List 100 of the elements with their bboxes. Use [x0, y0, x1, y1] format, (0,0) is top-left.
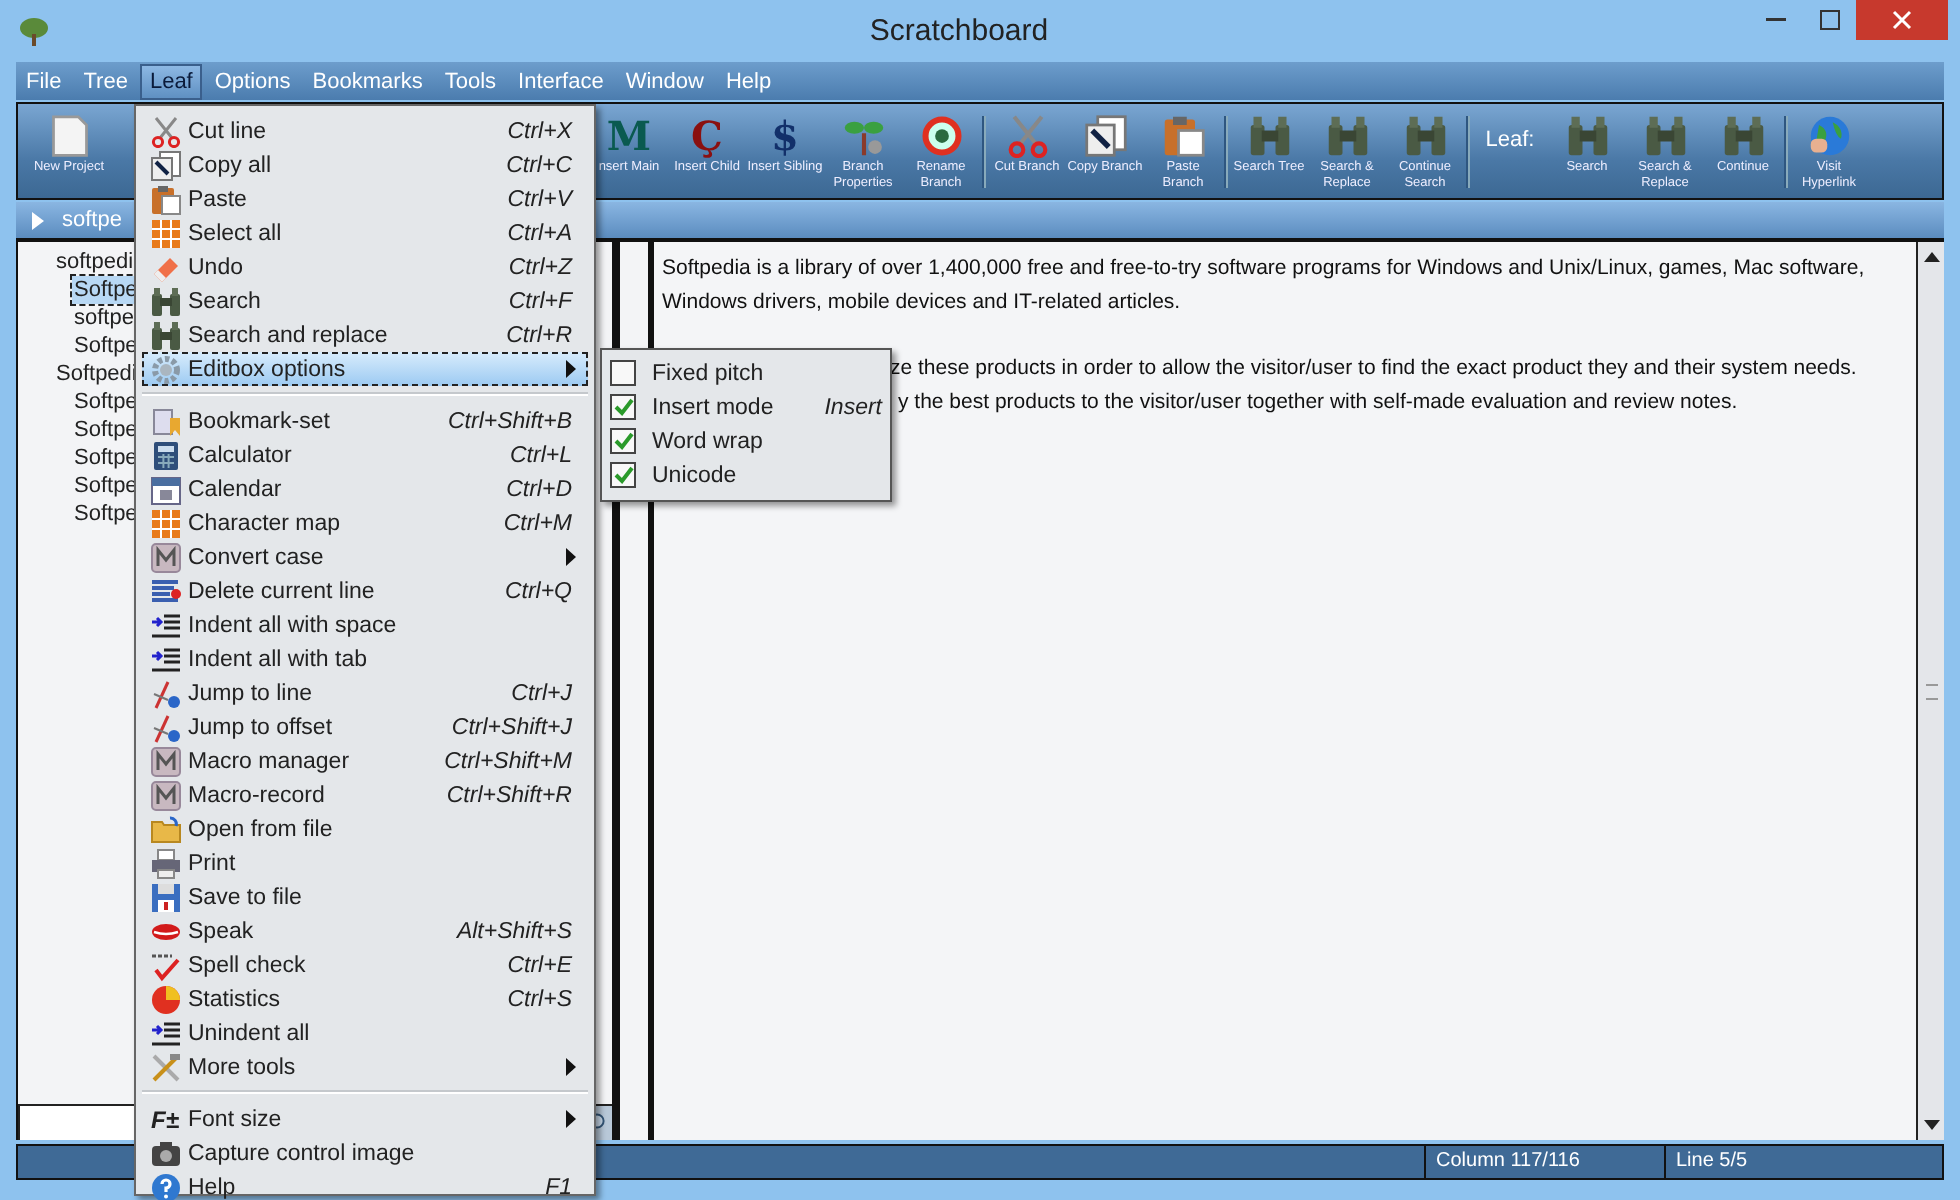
- toolbar-label: Leaf:: [1483, 128, 1537, 152]
- text-line: Windows drivers, mobile devices and IT-related articles.: [662, 288, 1181, 318]
- menu-item[interactable]: Statistics Ctrl+S: [142, 982, 588, 1016]
- pencil-icon: [149, 711, 181, 743]
- menu-item[interactable]: More tools: [142, 1050, 588, 1084]
- menu-item[interactable]: Cut line Ctrl+X: [142, 114, 588, 148]
- tree-node[interactable]: softpedi: [54, 248, 136, 276]
- lines-icon: [149, 575, 181, 607]
- binoculars-icon: [1403, 113, 1447, 157]
- indent-icon: [149, 609, 181, 641]
- menu-item[interactable]: Paste Ctrl+V: [142, 182, 588, 216]
- menu-item[interactable]: Print: [142, 846, 588, 880]
- checkbox[interactable]: [610, 462, 636, 488]
- menu-item[interactable]: Help: [715, 63, 782, 99]
- binoculars-icon: [1565, 113, 1609, 157]
- menu-item[interactable]: Bookmarks: [302, 63, 433, 99]
- menu-item[interactable]: Calculator Ctrl+L: [142, 438, 588, 472]
- scrollbar[interactable]: [1916, 242, 1944, 1140]
- scissors-icon: [1005, 113, 1049, 157]
- text-line: ze these products in order to allow the visitor/user to find the exact product they and their system needs.: [890, 354, 1857, 384]
- tree-node[interactable]: softpe: [72, 304, 136, 332]
- menu-item[interactable]: Copy all Ctrl+C: [142, 148, 588, 182]
- menu-item[interactable]: Bookmark-set Ctrl+Shift+B: [142, 404, 588, 438]
- pencil-icon: [149, 677, 181, 709]
- scroll-up-icon: [1923, 252, 1939, 262]
- indent-icon: [149, 643, 181, 675]
- menu-item[interactable]: Editbox options: [142, 352, 588, 386]
- menu-item[interactable]: Jump to offset Ctrl+Shift+J: [142, 710, 588, 744]
- menu-item[interactable]: Word wrap: [610, 424, 882, 458]
- menu-item[interactable]: Tools: [434, 63, 507, 99]
- menu-item[interactable]: Jump to line Ctrl+J: [142, 676, 588, 710]
- tree-icon: [18, 15, 50, 47]
- menu-item[interactable]: Undo Ctrl+Z: [142, 250, 588, 284]
- menu-item[interactable]: Leaf: [139, 63, 203, 99]
- menu-item[interactable]: Save to file: [142, 880, 588, 914]
- tree-node[interactable]: Softpe: [72, 444, 140, 472]
- menu-item[interactable]: Window: [615, 63, 714, 99]
- menu-item[interactable]: Select all Ctrl+A: [142, 216, 588, 250]
- menu-item[interactable]: Convert case: [142, 540, 588, 574]
- checkbox[interactable]: [610, 394, 636, 420]
- checkbox[interactable]: [610, 360, 636, 386]
- calculator-icon: [149, 439, 181, 471]
- menu-item[interactable]: Search and replace Ctrl+R: [142, 318, 588, 352]
- menu-item[interactable]: Capture control image: [142, 1136, 588, 1170]
- menu-item[interactable]: Unicode: [610, 458, 882, 492]
- scissors-icon: [149, 115, 181, 147]
- text-line: y the best products to the visitor/user together with self-made evaluation and review notes.: [898, 388, 1738, 418]
- binoculars-icon: [1721, 113, 1765, 157]
- tree-node[interactable]: Softpe: [72, 276, 140, 304]
- menu-item[interactable]: Indent all with space: [142, 608, 588, 642]
- tree-node[interactable]: Softpe: [72, 500, 140, 528]
- letter-box-icon: [149, 779, 181, 811]
- font-size-icon: F±: [151, 1105, 179, 1133]
- folder-icon: [149, 813, 181, 845]
- checkmark-icon: [149, 949, 181, 981]
- binoculars-icon: [1325, 113, 1369, 157]
- letter-box-icon: [149, 745, 181, 777]
- menu-item[interactable]: Speak Alt+Shift+S: [142, 914, 588, 948]
- calendar-icon: [149, 473, 181, 505]
- menu-item[interactable]: File: [16, 63, 72, 99]
- menu-item[interactable]: F± Font size: [142, 1102, 588, 1136]
- globe-icon: [1807, 113, 1851, 157]
- menu-item[interactable]: Spell check Ctrl+E: [142, 948, 588, 982]
- letter-box-icon: [149, 541, 181, 573]
- close-icon: [1892, 10, 1912, 30]
- menu-item[interactable]: Interface: [508, 63, 614, 99]
- menu-item[interactable]: Open from file: [142, 812, 588, 846]
- close-button[interactable]: [1856, 0, 1948, 40]
- menu-item[interactable]: Options: [204, 63, 301, 99]
- tree-node[interactable]: Softpe: [72, 388, 140, 416]
- menu-item[interactable]: Help F1: [142, 1170, 588, 1200]
- menu-item[interactable]: Delete current line Ctrl+Q: [142, 574, 588, 608]
- binoculars-icon: [1643, 113, 1687, 157]
- window-title: Scratchboard: [867, 14, 1051, 48]
- menu-item[interactable]: Character map Ctrl+M: [142, 506, 588, 540]
- menu-item[interactable]: Calendar Ctrl+D: [142, 472, 588, 506]
- menu-item[interactable]: Search Ctrl+F: [142, 284, 588, 318]
- clipboard-icon: [149, 183, 181, 215]
- gear-icon: [149, 353, 181, 385]
- help-icon: [149, 1171, 181, 1200]
- refresh-icon: [919, 113, 963, 157]
- menu-item[interactable]: Macro-record Ctrl+Shift+R: [142, 778, 588, 812]
- indent-icon: [149, 1017, 181, 1049]
- menu-item[interactable]: Unindent all: [142, 1016, 588, 1050]
- pages-icon: [1083, 113, 1127, 157]
- tree-node[interactable]: Softpe: [72, 416, 140, 444]
- menu-item[interactable]: Indent all with tab: [142, 642, 588, 676]
- menu-item[interactable]: Macro manager Ctrl+Shift+M: [142, 744, 588, 778]
- minimize-icon: [1765, 18, 1785, 22]
- pie-chart-icon: [149, 983, 181, 1015]
- menu-item[interactable]: Insert mode Insert: [610, 390, 882, 424]
- tree-node[interactable]: Softpedi: [54, 360, 139, 388]
- checkbox[interactable]: [610, 428, 636, 454]
- tree-node[interactable]: Softpe: [72, 332, 140, 360]
- menu-item[interactable]: Fixed pitch: [610, 356, 882, 390]
- binoculars-icon: [149, 319, 181, 351]
- text-line: Softpedia is a library of over 1,400,000 free and free-to-try software programs for Windows and Unix/Linux, games, Mac software,: [662, 254, 1865, 284]
- menu-item[interactable]: Tree: [73, 63, 138, 99]
- tree-node[interactable]: Softpe: [72, 472, 140, 500]
- camera-icon: [149, 1137, 181, 1169]
